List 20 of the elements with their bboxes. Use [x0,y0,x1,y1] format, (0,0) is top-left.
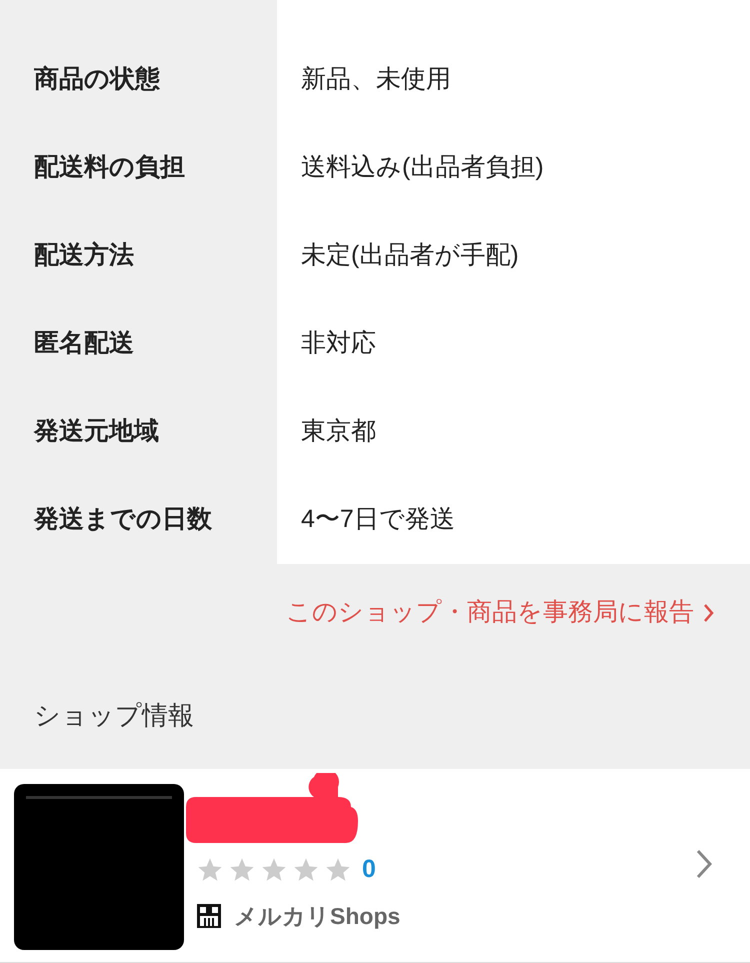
detail-label: 配送方法 [34,240,134,272]
shop-icon [196,902,222,929]
report-link[interactable]: このショップ・商品を事務局に報告 [286,594,714,632]
section-title: ショップ情報 [34,699,194,732]
review-count[interactable]: 0 [362,851,376,888]
detail-label: 匿名配送 [34,328,134,360]
shop-card[interactable]: 0 メルカリShops [0,769,750,963]
chevron-right-icon [696,849,712,879]
detail-value: 非対応 [301,328,376,360]
detail-value: 送料込み(出品者負担) [301,152,544,184]
chevron-right-icon [704,604,714,622]
detail-label: 発送までの日数 [34,504,212,536]
detail-label: 配送料の負担 [34,152,185,184]
detail-label: 商品の状態 [34,64,160,96]
shop-type-label: メルカリShops [234,902,400,931]
detail-value: 未定(出品者が手配) [301,240,519,272]
detail-label: 発送元地域 [34,416,159,448]
detail-value: 新品、未使用 [301,64,451,96]
detail-value: 東京都 [301,416,376,448]
detail-value: 4〜7日で発送 [301,504,455,536]
